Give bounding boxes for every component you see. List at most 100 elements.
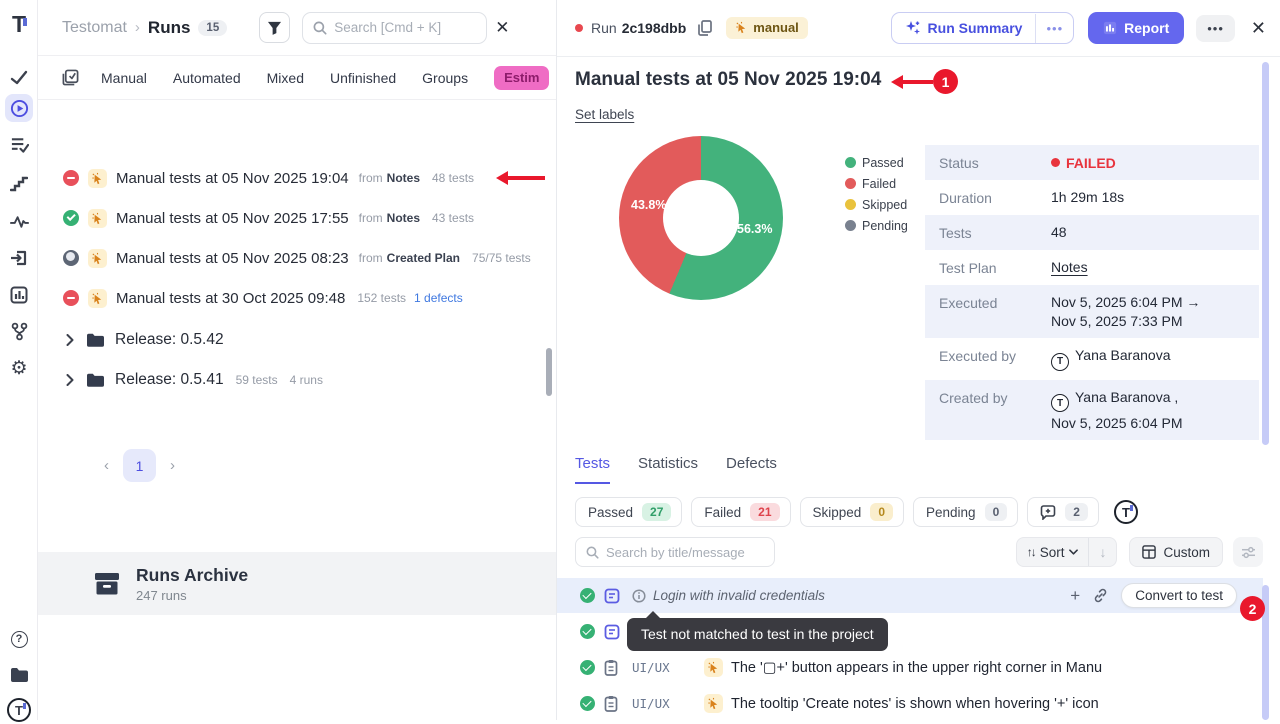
breadcrumb-project[interactable]: Testomat — [62, 19, 127, 37]
list-check-icon[interactable] — [5, 131, 33, 159]
detail-tabs: Tests Statistics Defects — [575, 455, 777, 484]
detail-row-plan: Test Plan Notes — [925, 250, 1259, 285]
test-row[interactable]: Login with invalid credentials + Convert… — [557, 578, 1263, 613]
icon-rail: T ⚙ ? T — [0, 0, 38, 720]
release-folder-row[interactable]: Release: 0.5.41 59 tests 4 runs — [38, 363, 545, 397]
chevron-right-icon[interactable] — [66, 334, 74, 346]
manual-badge: manual — [726, 17, 808, 39]
note-icon — [604, 624, 620, 640]
tab-estimate-badge[interactable]: Estim — [494, 66, 549, 90]
analytics-icon[interactable] — [5, 281, 33, 309]
folder-icon — [86, 333, 105, 348]
help-icon[interactable]: ? — [5, 625, 33, 653]
passed-filter-chip[interactable]: Passed 27 — [575, 497, 682, 527]
archive-box-icon — [94, 572, 120, 596]
left-panel-scrollbar[interactable] — [546, 348, 552, 396]
legend-item: Pending — [845, 215, 908, 236]
tooltip-caret — [645, 611, 661, 619]
runs-search[interactable] — [302, 12, 487, 44]
convert-to-test-button[interactable]: Convert to test — [1121, 583, 1237, 608]
close-search-icon[interactable]: ✕ — [495, 18, 509, 38]
tests-search[interactable] — [575, 537, 775, 567]
test-plan-link[interactable]: Notes — [1051, 259, 1088, 276]
run-row[interactable]: Manual tests at 30 Oct 2025 09:48 152 te… — [38, 281, 545, 315]
branch-icon[interactable] — [5, 317, 33, 345]
manual-run-icon — [88, 249, 107, 268]
tab-defects[interactable]: Defects — [726, 455, 777, 484]
copy-icon[interactable] — [698, 20, 712, 36]
runs-search-input[interactable] — [334, 20, 464, 35]
filter-button[interactable] — [259, 12, 290, 43]
manual-run-icon — [704, 658, 723, 677]
tab-statistics[interactable]: Statistics — [638, 455, 698, 484]
search-icon — [313, 21, 327, 35]
manual-run-icon — [704, 694, 723, 713]
folder-icon[interactable] — [5, 661, 33, 689]
failed-filter-chip[interactable]: Failed 21 — [691, 497, 790, 527]
passed-check-icon — [580, 588, 595, 603]
custom-view-button[interactable]: Custom — [1129, 537, 1223, 567]
grid-icon — [1142, 545, 1156, 559]
sort-direction-button[interactable]: ↓ — [1088, 538, 1116, 566]
page-number[interactable]: 1 — [123, 449, 156, 482]
tab-groups[interactable]: Groups — [422, 70, 468, 86]
passed-check-icon — [580, 624, 595, 639]
release-folder-row[interactable]: Release: 0.5.42 — [38, 323, 545, 357]
results-donut-chart: 43.8% 56.3% — [619, 136, 783, 300]
legend-item: Passed — [845, 152, 908, 173]
tune-settings-icon[interactable] — [1233, 537, 1263, 567]
gear-icon[interactable]: ⚙ — [5, 354, 33, 382]
run-row[interactable]: Manual tests at 05 Nov 2025 19:04 from N… — [38, 161, 545, 195]
tab-unfinished[interactable]: Unfinished — [330, 70, 396, 86]
details-scrollbar[interactable] — [1262, 62, 1269, 445]
tab-automated[interactable]: Automated — [173, 70, 241, 86]
run-row[interactable]: Manual tests at 05 Nov 2025 08:23 from C… — [38, 241, 545, 275]
assignee-avatar[interactable]: T — [1114, 500, 1138, 524]
add-icon[interactable]: + — [1070, 586, 1080, 606]
comments-filter-chip[interactable]: 2 — [1027, 497, 1099, 527]
chevron-right-icon[interactable] — [66, 374, 74, 386]
tab-tests[interactable]: Tests — [575, 455, 610, 484]
tests-search-input[interactable] — [606, 545, 761, 560]
defects-link[interactable]: 1 defects — [414, 291, 463, 305]
testomat-logo[interactable]: T — [5, 10, 33, 38]
search-icon — [586, 546, 599, 559]
pagination: ‹ 1 › — [104, 449, 175, 482]
pending-filter-chip[interactable]: Pending 0 — [913, 497, 1018, 527]
close-panel-icon[interactable]: ✕ — [1251, 18, 1266, 39]
sort-button[interactable]: ↑↓ Sort — [1017, 538, 1089, 566]
clipboard-icon — [604, 659, 618, 676]
more-actions-button[interactable]: ••• — [1196, 15, 1235, 42]
test-row[interactable]: UI/UX The '▢+' button appears in the upp… — [557, 650, 1263, 685]
runs-play-icon[interactable] — [5, 94, 33, 122]
passed-status-icon — [63, 210, 79, 226]
sign-in-icon[interactable] — [5, 244, 33, 272]
pending-dot-icon — [845, 220, 856, 231]
test-row[interactable]: UI/UX The tooltip 'Create notes' is show… — [557, 686, 1263, 721]
manual-run-icon — [88, 289, 107, 308]
steps-icon[interactable] — [5, 170, 33, 198]
passed-dot-icon — [845, 157, 856, 168]
summary-more-button[interactable]: ••• — [1035, 14, 1073, 43]
runs-archive[interactable]: Runs Archive 247 runs — [38, 552, 556, 615]
annotation-circle-2: 2 — [1240, 596, 1265, 621]
breadcrumb-section[interactable]: Runs — [148, 18, 191, 38]
user-avatar: T — [1051, 394, 1069, 412]
skipped-filter-chip[interactable]: Skipped 0 — [800, 497, 904, 527]
manual-run-icon — [88, 209, 107, 228]
run-row[interactable]: Manual tests at 05 Nov 2025 17:55 from N… — [38, 201, 545, 235]
batch-select-icon[interactable] — [62, 69, 79, 86]
pulse-icon[interactable] — [5, 208, 33, 236]
link-icon[interactable] — [1093, 588, 1108, 603]
tab-manual[interactable]: Manual — [101, 70, 147, 86]
tab-mixed[interactable]: Mixed — [267, 70, 304, 86]
set-labels-link[interactable]: Set labels — [575, 107, 634, 122]
run-summary-button[interactable]: Run Summary — [892, 13, 1036, 43]
prev-page-icon[interactable]: ‹ — [104, 457, 109, 474]
detail-row-tests: Tests 48 — [925, 215, 1259, 250]
check-icon[interactable] — [5, 64, 33, 92]
next-page-icon[interactable]: › — [170, 457, 175, 474]
report-button[interactable]: Report — [1088, 12, 1184, 44]
run-id: 2c198dbb — [622, 20, 687, 36]
run-detail-panel: Run 2c198dbb manual Run Summary ••• Repo… — [556, 0, 1280, 720]
